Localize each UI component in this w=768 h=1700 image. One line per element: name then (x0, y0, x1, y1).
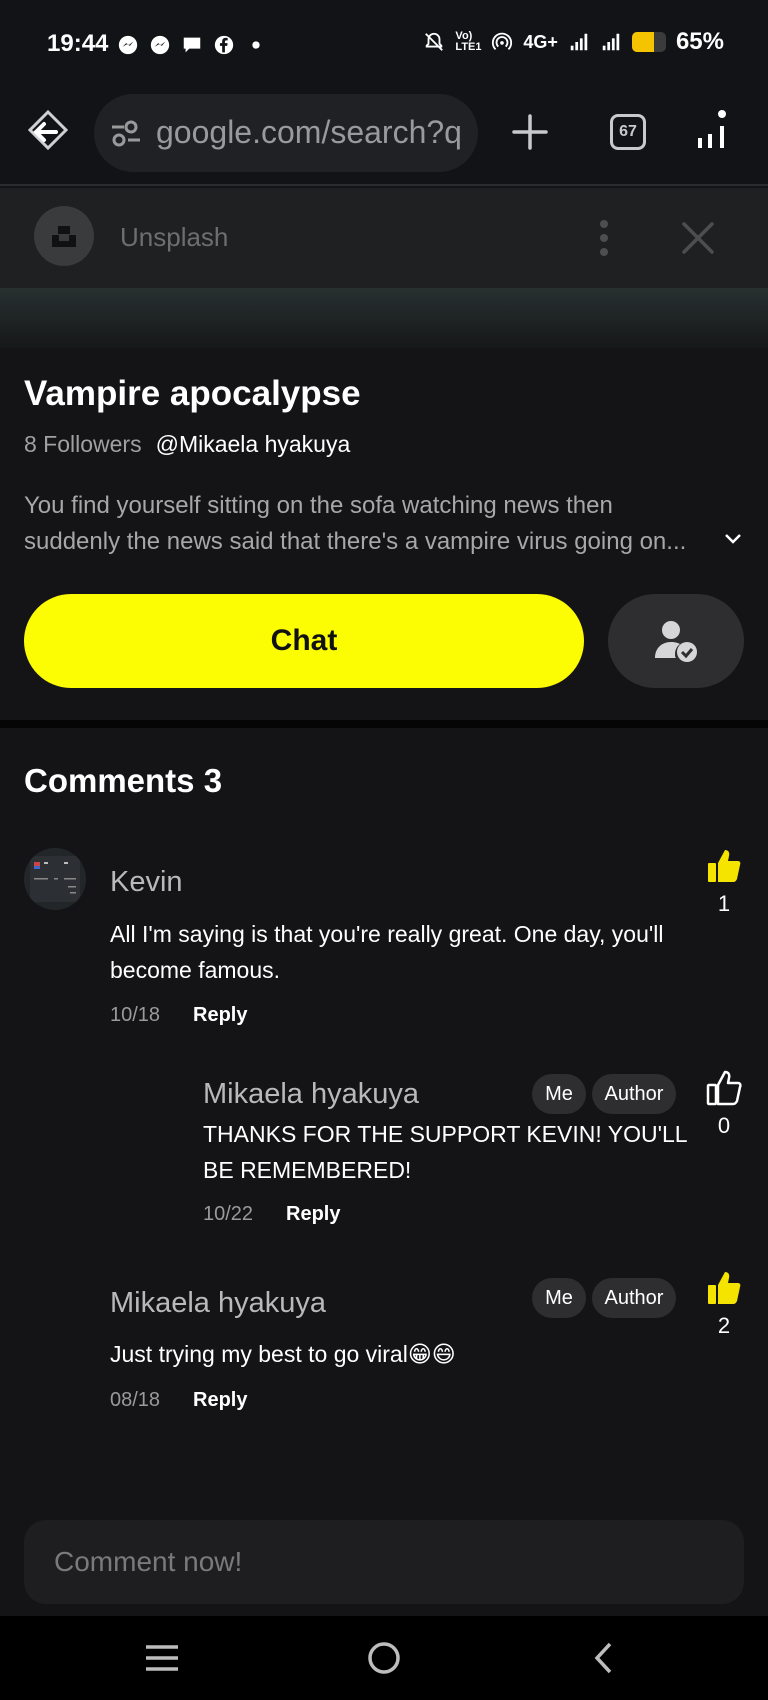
home-icon[interactable] (26, 108, 70, 158)
battery-percent: 65% (675, 28, 724, 55)
volte-icon: Vo) LTE1 (455, 30, 482, 53)
overlay-header: Unsplash (0, 188, 768, 288)
url-text[interactable]: google.com/search?q (156, 114, 468, 151)
comment-author[interactable]: Mikaela hyakuya (203, 1078, 419, 1111)
hotspot-icon (492, 32, 513, 50)
signal-icon (570, 33, 588, 51)
comment-author[interactable]: Kevin (110, 866, 183, 899)
tune-icon[interactable] (110, 118, 142, 148)
system-nav-bar (0, 1616, 768, 1700)
browser-toolbar: google.com/search?q 67 (0, 84, 768, 186)
like-count: 1 (717, 891, 731, 916)
tabs-icon[interactable]: 67 (610, 114, 646, 150)
notification-icons (117, 34, 267, 56)
back-icon[interactable] (580, 1636, 628, 1680)
like-count: 0 (717, 1113, 731, 1138)
dot-icon (252, 41, 260, 49)
comment-date: 10/22 (203, 1203, 254, 1225)
follow-button[interactable] (608, 594, 744, 688)
author-tag: Author (592, 1278, 676, 1318)
comment-text: THANKS FOR THE SUPPORT KEVIN! YOU'LL BE … (203, 1121, 687, 1183)
comment-input[interactable] (24, 1520, 744, 1604)
followers-count[interactable]: 8 Followers (24, 431, 142, 458)
comments-heading: Comments 3 (24, 762, 223, 799)
reply-button[interactable]: Reply (193, 1004, 247, 1027)
avatar[interactable] (24, 848, 86, 910)
thumbs-up-icon (708, 1272, 741, 1304)
messenger-icon (150, 35, 170, 55)
comment-author[interactable]: Mikaela hyakuya (110, 1287, 326, 1320)
network-type: 4G+ (523, 31, 558, 52)
battery-fill (631, 32, 655, 52)
character-meta: 8 Followers @Mikaela hyakuya (24, 431, 350, 458)
more-vert-icon[interactable] (594, 218, 614, 258)
mute-bell-icon (425, 32, 444, 51)
chat-button[interactable]: Chat (24, 594, 584, 688)
me-tag: Me (532, 1278, 586, 1318)
chat-icon (183, 37, 201, 53)
reply-button[interactable]: Reply (193, 1389, 247, 1412)
thumbs-up-outline-icon (706, 1070, 742, 1106)
messenger-icon (118, 35, 138, 55)
author-tag: Author (592, 1074, 676, 1114)
facebook-icon (214, 35, 234, 55)
app-name: Unsplash (120, 222, 229, 252)
home-circle-icon[interactable] (360, 1636, 408, 1680)
status-bar: 19:44 Vo) LTE1 4G+ 65% (0, 0, 768, 84)
like-button[interactable]: 1 (702, 848, 746, 917)
status-time: 19:44 (47, 30, 109, 57)
character-description[interactable]: You find yourself sitting on the sofa wa… (24, 488, 734, 560)
close-icon[interactable] (680, 220, 716, 256)
status-right: Vo) LTE1 4G+ 65% (423, 28, 724, 56)
hero-image-fade (0, 288, 768, 348)
comment-date: 08/18 (110, 1389, 161, 1411)
description-line: suddenly the news said that there's a va… (24, 528, 687, 555)
character-title: Vampire apocalypse (24, 374, 361, 413)
like-button[interactable]: 0 (702, 1070, 746, 1139)
me-tag: Me (532, 1074, 586, 1114)
description-line: You find yourself sitting on the sofa wa… (24, 492, 613, 519)
url-bar[interactable]: google.com/search?q (94, 94, 478, 172)
thumbs-up-icon (708, 850, 741, 882)
section-divider (0, 720, 768, 728)
battery-icon (631, 32, 666, 52)
comment-input-box[interactable] (24, 1520, 744, 1604)
like-count: 2 (717, 1313, 731, 1338)
comment-text: All I'm saying is that you're really gre… (110, 921, 664, 983)
signal-icon (602, 33, 620, 51)
comment-date: 10/18 (110, 1004, 161, 1026)
plus-icon[interactable] (510, 112, 550, 152)
reply-button[interactable]: Reply (286, 1203, 340, 1226)
chevron-down-icon[interactable] (724, 532, 742, 546)
comment-text: Just trying my best to go viral😁😄 (110, 1341, 456, 1367)
menu-icon[interactable] (694, 108, 728, 152)
recents-icon[interactable] (138, 1636, 186, 1680)
user-check-icon (655, 621, 697, 662)
unsplash-logo-icon (34, 206, 94, 266)
like-button[interactable]: 2 (702, 1270, 746, 1339)
author-handle[interactable]: @Mikaela hyakuya (156, 431, 351, 458)
